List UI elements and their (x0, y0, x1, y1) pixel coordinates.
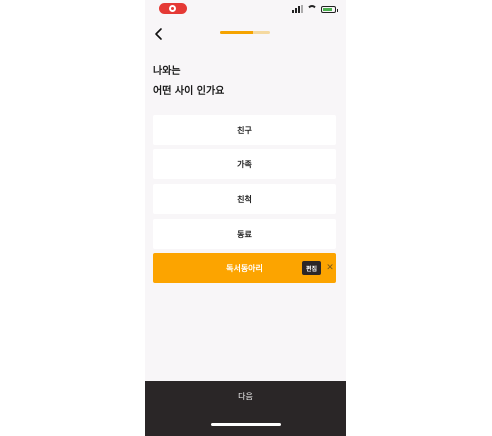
next-button-label: 다음 (238, 392, 253, 401)
option-label: 친척 (237, 194, 252, 204)
close-icon[interactable]: ✕ (325, 261, 335, 275)
record-icon (169, 5, 176, 12)
option-friend[interactable]: 친구 (153, 115, 336, 145)
status-bar (145, 0, 346, 18)
option-label: 독서동아리 (226, 263, 263, 273)
option-label: 동료 (237, 229, 252, 239)
recording-indicator (159, 3, 187, 14)
chevron-left-icon (155, 28, 162, 40)
battery-icon (321, 5, 338, 13)
option-relative[interactable]: 친척 (153, 184, 336, 214)
option-label: 친구 (237, 125, 252, 135)
signal-icon (292, 5, 303, 13)
option-book-club[interactable]: 독서동아리 편집 ✕ (153, 253, 336, 283)
back-button[interactable] (153, 26, 165, 40)
status-icons (292, 4, 338, 14)
question-title-line2: 어떤 사이 인가요 (153, 86, 225, 97)
question-title-line1: 나와는 (153, 66, 181, 77)
option-family[interactable]: 가족 (153, 149, 336, 179)
option-coworker[interactable]: 동료 (153, 219, 336, 249)
edit-button[interactable]: 편집 (302, 261, 321, 275)
step-progress-fill (220, 31, 253, 34)
next-button[interactable]: 다음 (145, 381, 346, 436)
wifi-icon (307, 5, 317, 13)
phone-screen: 나와는 어떤 사이 인가요 친구 가족 친척 동료 독서동아리 편집 ✕ 다음 (145, 0, 346, 436)
option-label: 가족 (237, 159, 252, 169)
home-indicator (211, 423, 281, 426)
step-progress-bar (220, 31, 270, 34)
